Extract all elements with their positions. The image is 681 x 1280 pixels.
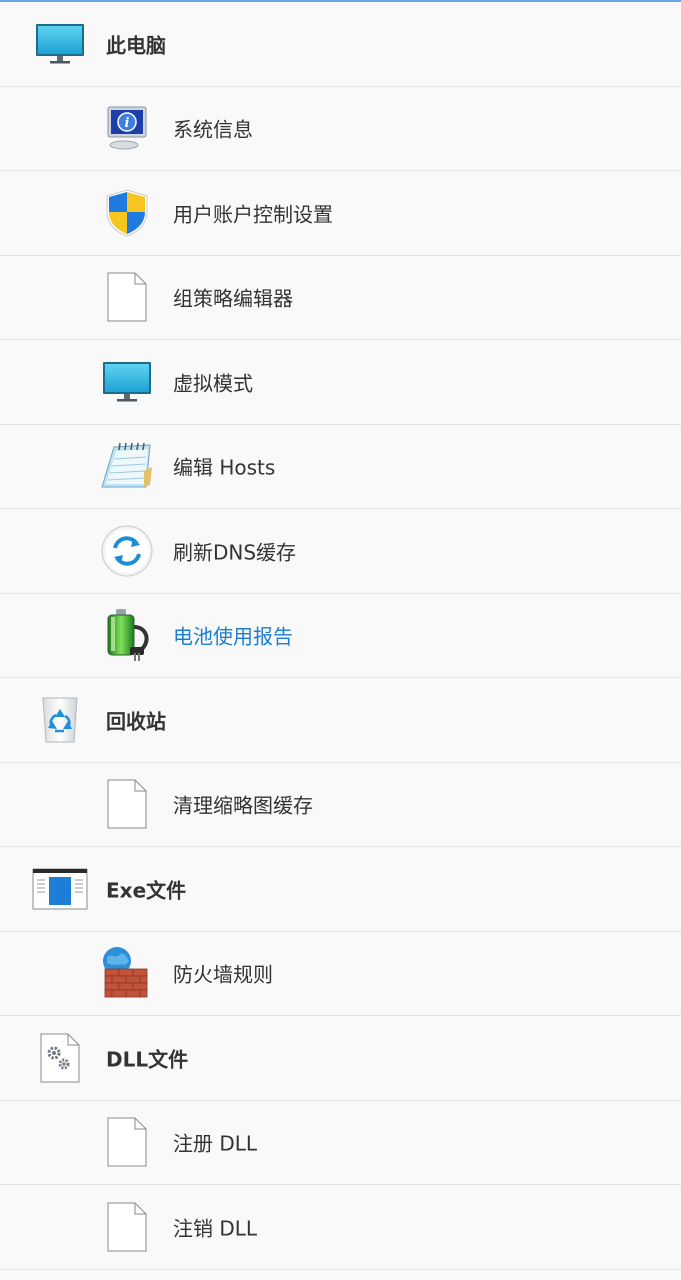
blank-file-icon (99, 776, 155, 832)
item-label: 清理缩略图缓存 (173, 793, 313, 818)
item-register-dll[interactable]: 注册 DLL (0, 1101, 681, 1185)
item-label: 防火墙规则 (173, 962, 273, 987)
battery-icon (99, 607, 155, 663)
section-exe-file[interactable]: Exe文件 (0, 847, 681, 932)
system-info-icon: i (99, 100, 155, 156)
item-flush-dns[interactable]: 刷新DNS缓存 (0, 509, 681, 594)
exe-window-icon (32, 861, 88, 917)
item-label: 电池使用报告 (173, 624, 293, 649)
section-label: 回收站 (106, 709, 166, 734)
item-label: 组策略编辑器 (173, 286, 293, 311)
monitor-icon (99, 354, 155, 410)
dll-gear-file-icon (32, 1030, 88, 1086)
item-label: 编辑 Hosts (173, 455, 276, 480)
section-this-pc[interactable]: 此电脑 (0, 2, 681, 87)
section-label: Exe文件 (106, 878, 187, 903)
section-label: 此电脑 (106, 33, 166, 58)
blank-file-icon (99, 1114, 155, 1170)
item-battery-report[interactable]: 电池使用报告 (0, 594, 681, 678)
item-label: 刷新DNS缓存 (173, 540, 297, 565)
section-dll-file[interactable]: DLL文件 (0, 1016, 681, 1101)
item-uac-settings[interactable]: 用户账户控制设置 (0, 171, 681, 256)
item-virtual-mode[interactable]: 虚拟模式 (0, 340, 681, 425)
firewall-icon (99, 945, 155, 1001)
item-edit-hosts[interactable]: 编辑 Hosts (0, 425, 681, 509)
recycle-bin-icon (32, 692, 88, 748)
item-unregister-dll[interactable]: 注销 DLL (0, 1185, 681, 1270)
item-label: 注销 DLL (173, 1216, 258, 1241)
uac-shield-icon (99, 185, 155, 241)
notepad-icon (99, 438, 155, 494)
monitor-icon (32, 16, 88, 72)
svg-text:i: i (125, 116, 130, 131)
tool-list: 此电脑 i 系统信息 用户账户控制设置 组策略编辑器 虚拟模式 编辑 Hosts… (0, 2, 681, 1270)
item-label: 系统信息 (173, 117, 253, 142)
section-recycle-bin[interactable]: 回收站 (0, 678, 681, 763)
item-firewall-rules[interactable]: 防火墙规则 (0, 932, 681, 1016)
blank-file-icon (99, 1199, 155, 1255)
section-label: DLL文件 (106, 1047, 189, 1072)
item-label: 注册 DLL (173, 1131, 258, 1156)
item-clear-thumbnail-cache[interactable]: 清理缩略图缓存 (0, 763, 681, 847)
item-group-policy-editor[interactable]: 组策略编辑器 (0, 256, 681, 340)
item-label: 用户账户控制设置 (173, 202, 333, 227)
item-system-info[interactable]: i 系统信息 (0, 87, 681, 171)
blank-file-icon (99, 269, 155, 325)
refresh-icon (99, 523, 155, 579)
item-label: 虚拟模式 (173, 371, 253, 396)
